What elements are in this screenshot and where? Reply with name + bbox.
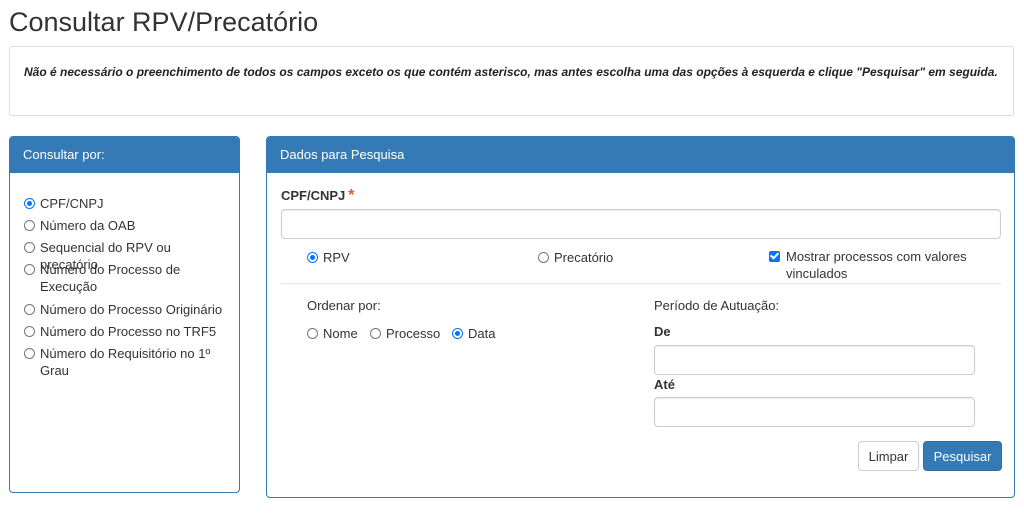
option-label: CPF/CNPJ [40, 196, 104, 211]
period-label: Período de Autuação: [654, 298, 780, 313]
required-asterisk: * [348, 187, 355, 204]
order-option-nome[interactable]: Nome [307, 325, 358, 342]
radio-cpf-cnpj[interactable] [24, 198, 35, 209]
cpf-cnpj-label-text: CPF/CNPJ [281, 188, 346, 203]
order-option-label: Data [468, 326, 496, 341]
consult-by-panel: Consultar por: CPF/CNPJ Número da OAB Se… [9, 136, 240, 493]
show-values-checkbox[interactable] [769, 251, 780, 262]
option-label: Número do Requisitório no 1º Grau [40, 346, 211, 378]
radio-precatorio[interactable] [538, 252, 549, 263]
radio-oab[interactable] [24, 220, 35, 231]
option-processo-trf5[interactable]: Número do Processo no TRF5 [24, 323, 224, 340]
radio-processo-originario[interactable] [24, 304, 35, 315]
search-data-heading: Dados para Pesquisa [267, 137, 1014, 173]
from-date-label: De [654, 324, 671, 339]
radio-processo-execucao[interactable] [24, 264, 35, 275]
to-date-input[interactable] [654, 397, 975, 427]
radio-order-processo[interactable] [370, 328, 381, 339]
order-by-label: Ordenar por: [307, 298, 381, 313]
radio-order-nome[interactable] [307, 328, 318, 339]
option-requisitorio[interactable]: Número do Requisitório no 1º Grau [24, 345, 214, 379]
radio-order-data[interactable] [452, 328, 463, 339]
from-date-input[interactable] [654, 345, 975, 375]
divider [281, 283, 1001, 284]
option-label: Número da OAB [40, 218, 136, 233]
show-values-option[interactable]: Mostrar processos com valores vinculados [769, 248, 969, 282]
cpf-cnpj-label: CPF/CNPJ * [281, 187, 355, 205]
option-label: Número do Processo Originário [40, 302, 223, 317]
to-date-label: Até [654, 377, 675, 392]
consult-by-heading: Consultar por: [10, 137, 239, 173]
type-option-label: RPV [323, 250, 350, 265]
order-option-label: Nome [323, 326, 358, 341]
radio-processo-trf5[interactable] [24, 326, 35, 337]
show-values-label: Mostrar processos com valores vinculados [786, 249, 967, 281]
option-label: Número do Processo de Execução [40, 262, 181, 294]
type-option-rpv[interactable]: RPV [307, 249, 350, 266]
order-option-label: Processo [386, 326, 441, 341]
instructions-notice: Não é necessário o preenchimento de todo… [9, 46, 1014, 116]
cpf-cnpj-input[interactable] [281, 209, 1001, 239]
page-title: Consultar RPV/Precatório [9, 7, 319, 37]
radio-sequencial[interactable] [24, 242, 35, 253]
type-option-precatorio[interactable]: Precatório [538, 249, 613, 266]
option-cpf-cnpj[interactable]: CPF/CNPJ [24, 195, 224, 212]
search-data-panel: Dados para Pesquisa CPF/CNPJ * RPV Precat… [266, 136, 1015, 498]
option-processo-execucao[interactable]: Número do Processo de Execução [24, 261, 194, 295]
order-option-processo[interactable]: Processo [370, 325, 440, 342]
clear-button[interactable]: Limpar [858, 441, 919, 471]
search-button[interactable]: Pesquisar [923, 441, 1002, 471]
option-oab[interactable]: Número da OAB [24, 217, 224, 234]
option-label: Número do Processo no TRF5 [40, 324, 217, 339]
order-option-data[interactable]: Data [452, 325, 495, 342]
radio-rpv[interactable] [307, 252, 318, 263]
option-processo-originario[interactable]: Número do Processo Originário [24, 301, 224, 318]
radio-requisitorio[interactable] [24, 348, 35, 359]
type-option-label: Precatório [554, 250, 614, 265]
